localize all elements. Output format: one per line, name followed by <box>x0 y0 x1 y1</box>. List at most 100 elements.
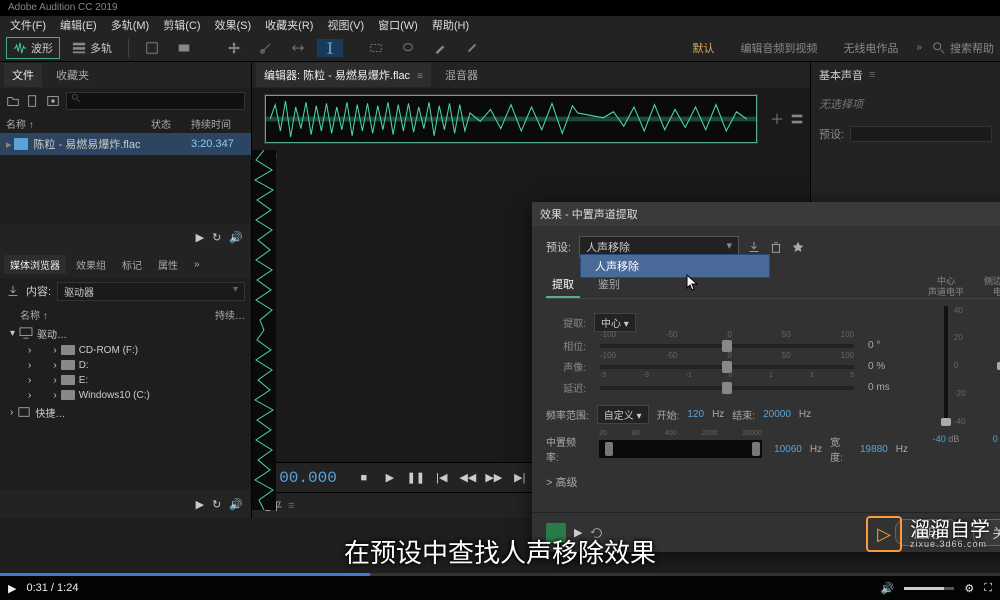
delay-slider[interactable]: -5-3-10135 <box>600 386 854 390</box>
editor-tab[interactable]: 编辑器: 陈粒 - 易燃易爆炸.flac ≡ <box>256 63 431 87</box>
waveform-view-button[interactable]: 波形 <box>6 37 60 59</box>
menu-effects[interactable]: 效果(S) <box>209 17 258 33</box>
loop-preview-icon[interactable]: ↻ <box>212 231 221 244</box>
centerfreq-value[interactable]: 10060 <box>774 444 802 455</box>
new-file-icon[interactable] <box>26 94 40 108</box>
menu-edit[interactable]: 编辑(E) <box>54 17 103 33</box>
tree-col-name[interactable]: 名称 ↑ <box>20 307 215 322</box>
favorite-preset-icon[interactable] <box>791 240 805 254</box>
autoplay-icon[interactable]: 🔊 <box>229 498 243 511</box>
tab-markers[interactable]: 标记 <box>116 255 148 274</box>
tab-extract[interactable]: 提取 <box>546 272 580 298</box>
tab-properties[interactable]: 属性 <box>152 255 184 274</box>
tree-drive-item[interactable]: ››E: <box>6 373 251 388</box>
tool-move-icon[interactable] <box>221 39 247 57</box>
tool-heal-icon[interactable] <box>459 39 485 57</box>
apply-button[interactable]: 应用 <box>895 519 960 546</box>
video-fullscreen-icon[interactable]: ⛶ <box>984 582 992 595</box>
play-preview-icon[interactable]: ▶ <box>196 231 204 244</box>
preset-option-vocal-remove[interactable]: 人声移除 <box>581 255 769 277</box>
preview-loop-icon[interactable] <box>590 526 604 540</box>
tool-brush-icon[interactable] <box>427 39 453 57</box>
loop-preview-icon[interactable]: ↻ <box>212 498 221 511</box>
es-preset-dropdown[interactable] <box>850 126 992 142</box>
forward-button[interactable]: ▶▶ <box>485 469 503 487</box>
save-preset-icon[interactable] <box>747 240 761 254</box>
tool-time-select-icon[interactable] <box>317 39 343 57</box>
tree-col-duration[interactable]: 持续… <box>215 307 245 322</box>
delete-preset-icon[interactable] <box>769 240 783 254</box>
file-row[interactable]: ▸ 陈粒 - 易燃易爆炸.flac 3:20.347 <box>0 133 251 155</box>
dialog-titlebar[interactable]: 效果 - 中置声道提取 ✕ <box>532 202 1000 226</box>
width-value[interactable]: 19880 <box>860 444 888 455</box>
menu-view[interactable]: 视图(V) <box>321 17 370 33</box>
tool-slip-icon[interactable] <box>285 39 311 57</box>
play-button[interactable]: ▶ <box>381 469 399 487</box>
channel-view-icon[interactable] <box>790 112 804 126</box>
levels-menu-icon[interactable]: ≡ <box>288 500 294 512</box>
pan-slider[interactable]: -100-50050100 <box>600 365 854 369</box>
freqrange-dropdown[interactable]: 自定义 ▾ <box>597 405 649 424</box>
pause-button[interactable]: ❚❚ <box>407 469 425 487</box>
menu-multitrack[interactable]: 多轨(M) <box>105 17 156 33</box>
col-name[interactable]: 名称 ↑ <box>6 116 151 131</box>
record-file-icon[interactable] <box>46 94 60 108</box>
autoplay-icon[interactable]: 🔊 <box>229 231 243 244</box>
freq-start-value[interactable]: 120 <box>687 409 704 420</box>
panel-menu-icon[interactable]: ≡ <box>869 69 875 81</box>
menu-help[interactable]: 帮助(H) <box>426 17 475 33</box>
phase-slider[interactable]: -100-50050100 <box>600 344 854 348</box>
multitrack-view-button[interactable]: 多轨 <box>66 38 118 58</box>
tool-marquee-icon[interactable] <box>363 39 389 57</box>
col-status[interactable]: 状态 <box>151 116 191 131</box>
help-search[interactable]: 搜索帮助 <box>932 40 994 56</box>
video-volume-icon[interactable]: 🔊 <box>881 582 895 595</box>
workspace-radio[interactable]: 无线电作品 <box>835 40 906 56</box>
tree-drives-root[interactable]: ▾ 驱动… <box>6 324 251 343</box>
tool-razor-icon[interactable] <box>253 39 279 57</box>
zoom-nav-icon[interactable] <box>770 112 784 126</box>
media-tabs-overflow[interactable]: » <box>188 257 206 272</box>
video-volume-slider[interactable] <box>904 587 954 590</box>
col-duration[interactable]: 持续时间 <box>191 116 245 131</box>
tool-hud-icon[interactable] <box>139 39 165 57</box>
menu-favorites[interactable]: 收藏夹(R) <box>259 17 319 33</box>
center-level-slider[interactable]: 40200-20-40 <box>944 306 948 426</box>
workspace-overflow-icon[interactable]: » <box>916 42 922 53</box>
delay-value[interactable]: 0 ms <box>868 382 908 393</box>
menu-window[interactable]: 窗口(W) <box>372 17 424 33</box>
stop-button[interactable]: ■ <box>355 469 373 487</box>
tab-files[interactable]: 文件 <box>4 63 42 87</box>
editor-tab-menu-icon[interactable]: ≡ <box>417 71 423 82</box>
effect-power-toggle[interactable] <box>546 523 566 543</box>
menu-clip[interactable]: 剪辑(C) <box>157 17 206 33</box>
waveform-overview[interactable] <box>264 94 758 144</box>
content-dropdown[interactable]: 驱动器 ▾ <box>57 282 245 301</box>
tool-spectral-icon[interactable] <box>171 39 197 57</box>
video-settings-icon[interactable]: ⚙ <box>964 582 974 595</box>
goto-start-button[interactable]: |◀ <box>433 469 451 487</box>
tree-drive-item[interactable]: ››D: <box>6 358 251 373</box>
mixer-tab[interactable]: 混音器 <box>437 63 486 87</box>
tab-media-browser[interactable]: 媒体浏览器 <box>4 255 66 274</box>
centerfreq-range-slider[interactable]: 2080400200020000 <box>599 440 762 458</box>
tab-favorites[interactable]: 收藏夹 <box>48 63 97 87</box>
tree-drive-item[interactable]: ››CD-ROM (F:) <box>6 343 251 358</box>
phase-value[interactable]: 0 ° <box>868 340 908 351</box>
file-search-input[interactable] <box>66 92 245 110</box>
pan-value[interactable]: 0 % <box>868 361 908 372</box>
import-icon[interactable] <box>6 284 20 298</box>
close-button[interactable]: 关闭 <box>973 519 1000 546</box>
tree-drive-item[interactable]: ››Windows10 (C:) <box>6 388 251 403</box>
play-preview-icon[interactable]: ▶ <box>196 498 204 511</box>
rewind-button[interactable]: ◀◀ <box>459 469 477 487</box>
menu-file[interactable]: 文件(F) <box>4 17 52 33</box>
freq-end-value[interactable]: 20000 <box>763 409 791 420</box>
video-play-button[interactable]: ▶ <box>8 582 16 595</box>
advanced-toggle[interactable]: > 高级 <box>546 474 908 490</box>
open-file-icon[interactable] <box>6 94 20 108</box>
waveform-editor-strip[interactable] <box>252 150 276 510</box>
workspace-default[interactable]: 默认 <box>684 40 722 56</box>
tool-lasso-icon[interactable] <box>395 39 421 57</box>
tab-effects-rack[interactable]: 效果组 <box>70 255 112 274</box>
